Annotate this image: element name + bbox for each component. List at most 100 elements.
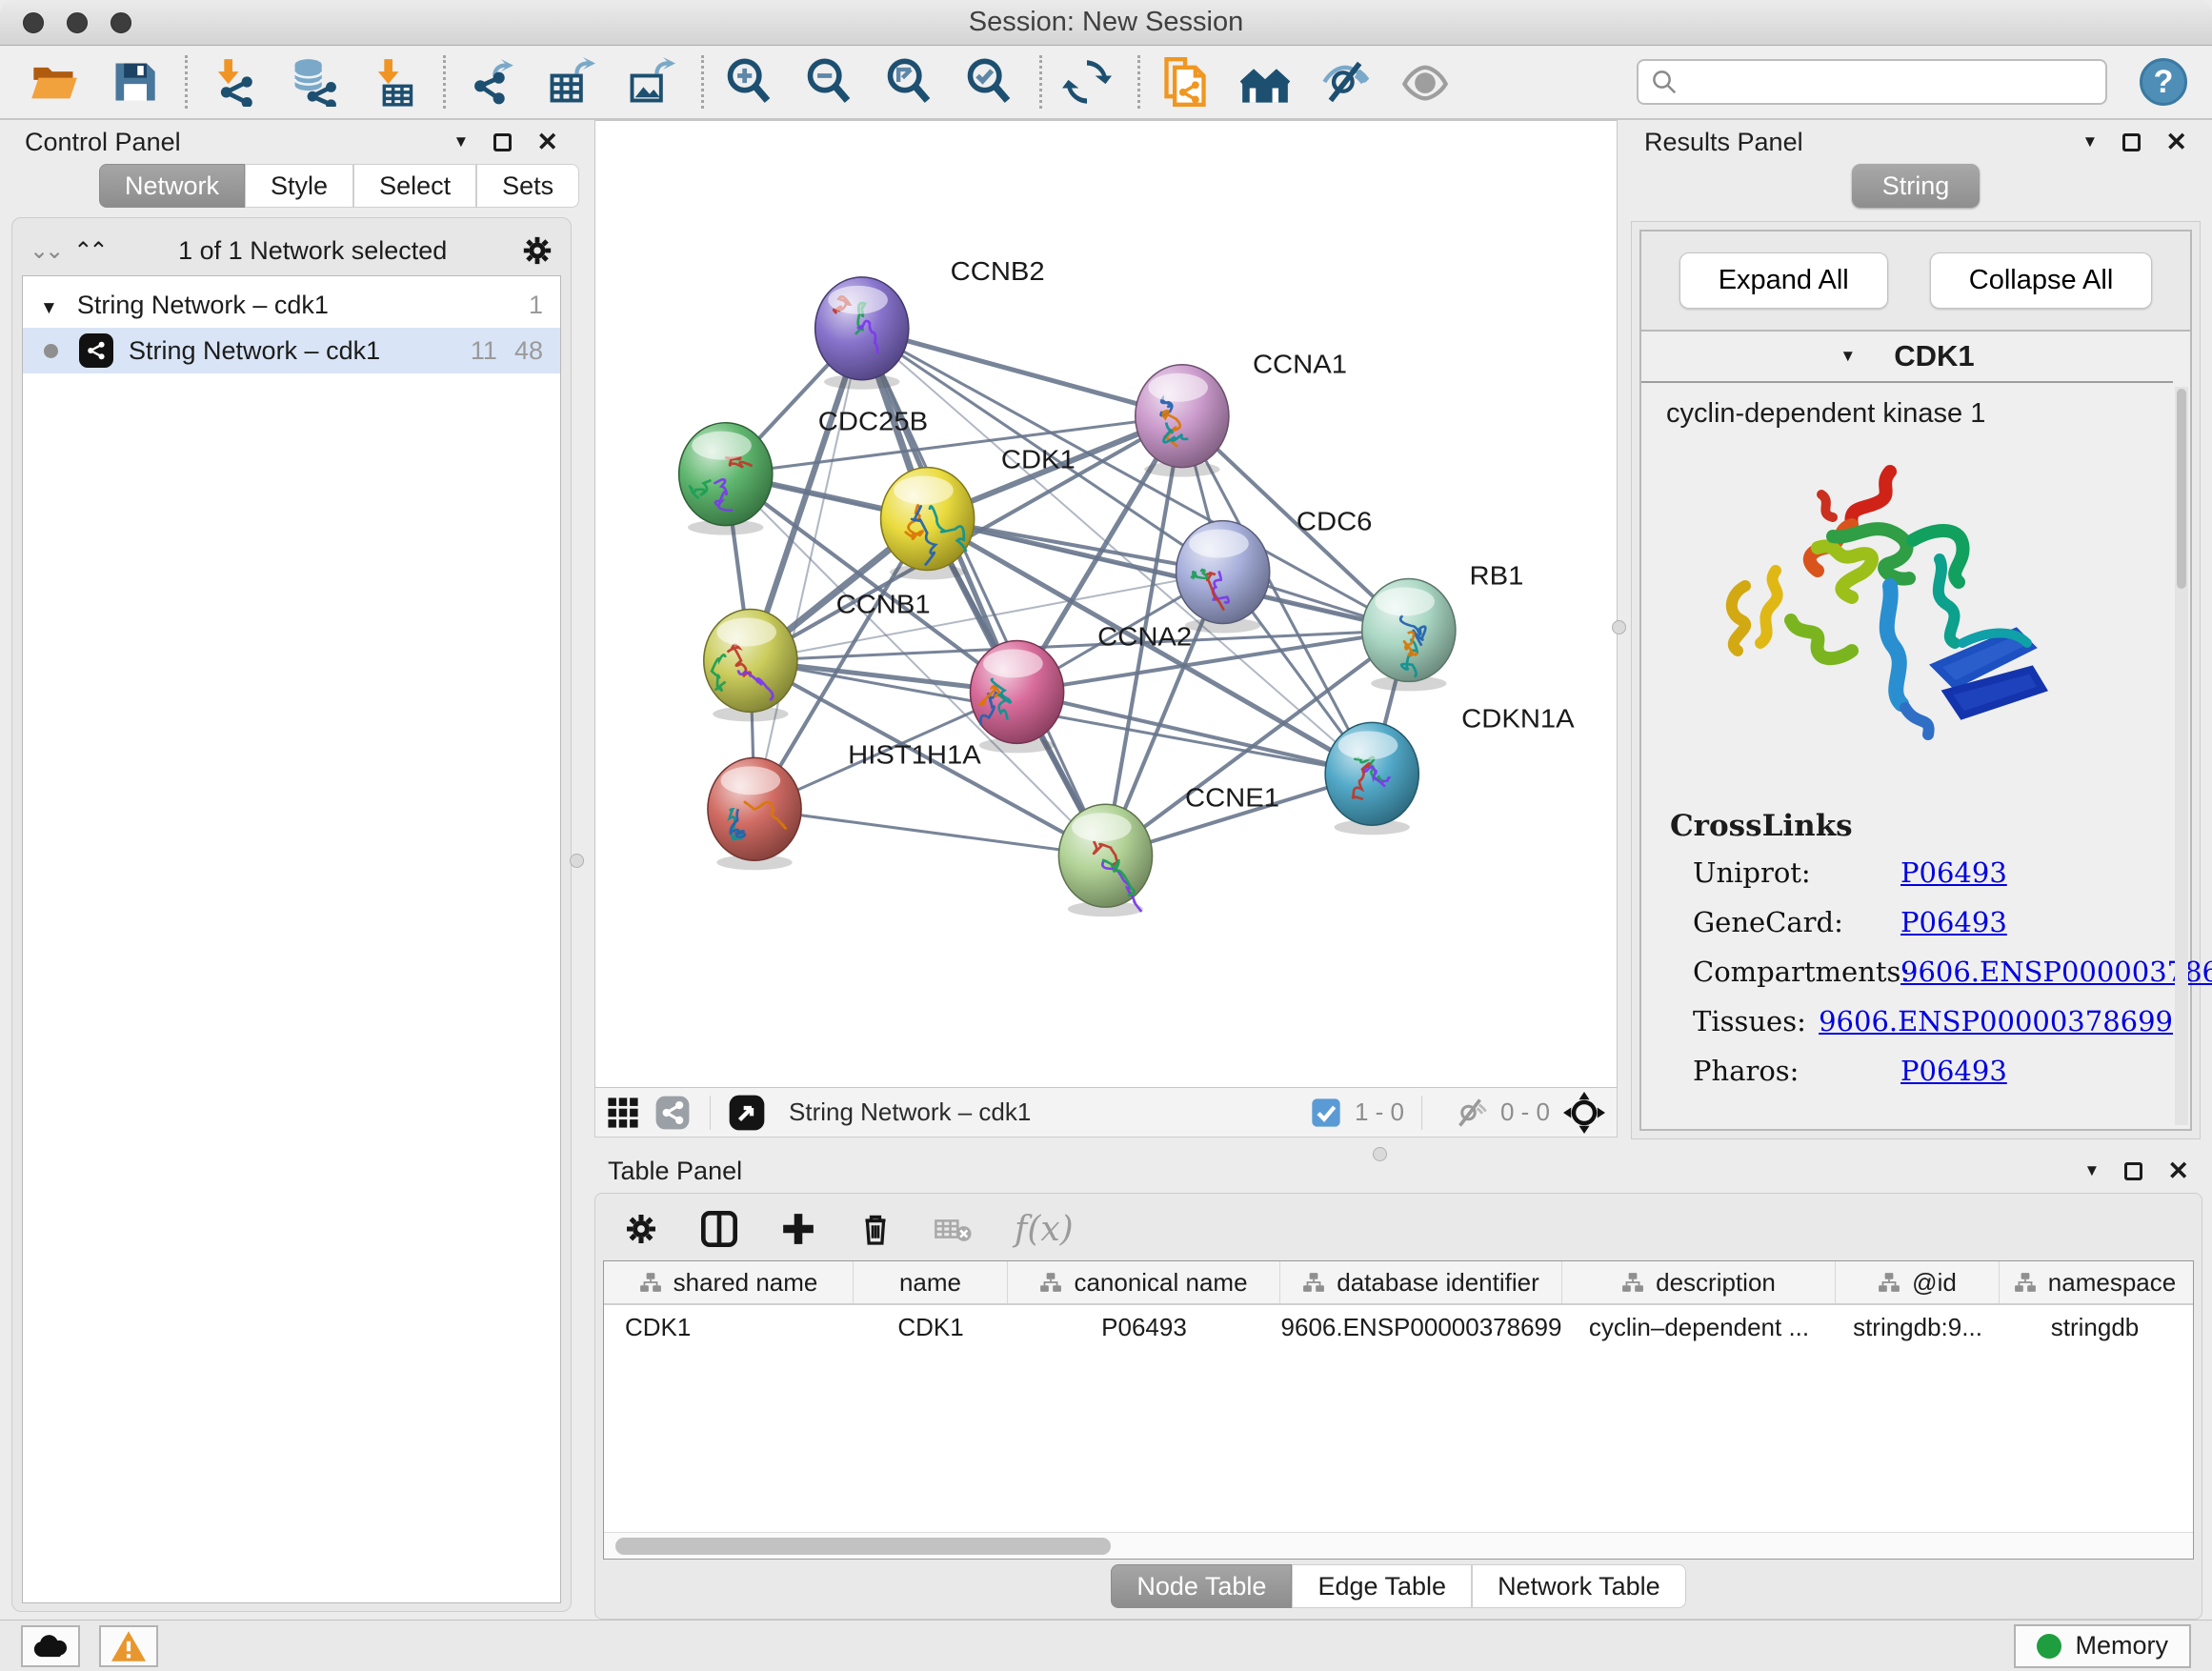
panel-dropdown-icon[interactable] <box>2082 132 2099 151</box>
cell-name[interactable]: CDK1 <box>854 1305 1008 1349</box>
panel-float-icon[interactable] <box>2122 133 2141 151</box>
expand-all-button[interactable]: Expand All <box>1679 252 1888 309</box>
column-header-description[interactable]: description <box>1562 1261 1836 1303</box>
memory-button[interactable]: Memory <box>2014 1624 2191 1668</box>
network-options-gear-icon[interactable] <box>521 234 553 267</box>
column-header-database-identifier[interactable]: database identifier <box>1280 1261 1562 1303</box>
selected-checkbox-icon[interactable] <box>1311 1097 1341 1128</box>
add-column-icon[interactable] <box>780 1211 816 1247</box>
search-input[interactable] <box>1686 68 2094 97</box>
share-view-icon[interactable] <box>654 1095 691 1131</box>
save-session-icon[interactable] <box>105 52 164 111</box>
tab-node-table[interactable]: Node Table <box>1111 1564 1292 1608</box>
panel-close-icon[interactable] <box>536 128 558 157</box>
network-node[interactable]: CCNA1 <box>1136 350 1347 476</box>
tab-sets[interactable]: Sets <box>476 164 579 208</box>
cloud-status-icon[interactable] <box>21 1625 80 1667</box>
column-tree-icon <box>1302 1272 1325 1293</box>
panel-close-icon[interactable] <box>2165 128 2187 157</box>
zoom-out-icon[interactable] <box>799 52 858 111</box>
column-header-canonical-name[interactable]: canonical name <box>1008 1261 1280 1303</box>
cell-namespace[interactable]: stringdb <box>2000 1305 2190 1349</box>
grid-view-icon[interactable] <box>607 1097 639 1129</box>
tab-select[interactable]: Select <box>353 164 476 208</box>
zoom-fit-icon[interactable] <box>879 52 938 111</box>
collection-caret-icon[interactable] <box>40 291 77 320</box>
warning-icon[interactable] <box>99 1625 158 1667</box>
export-network-icon[interactable] <box>461 52 520 111</box>
zoom-selected-icon[interactable] <box>959 52 1018 111</box>
table-row[interactable]: CDK1 CDK1 P06493 9606.ENSP00000378699 cy… <box>604 1305 2193 1349</box>
column-header-shared-name[interactable]: shared name <box>604 1261 854 1303</box>
cell-database-identifier[interactable]: 9606.ENSP00000378699 <box>1280 1305 1562 1349</box>
control-panel-title: Control Panel <box>25 128 181 157</box>
tab-network-table[interactable]: Network Table <box>1472 1564 1686 1608</box>
table-scrollbar-thumb[interactable] <box>615 1538 1111 1555</box>
gene-section-header[interactable]: CDK1 <box>1641 332 2173 383</box>
network-node[interactable]: RB1 <box>1362 561 1524 691</box>
column-header-id[interactable]: @id <box>1836 1261 2000 1303</box>
collapse-all-networks-icon[interactable]: ⌄⌄ <box>30 237 60 265</box>
panel-dropdown-icon[interactable] <box>2084 1161 2101 1180</box>
panel-dropdown-icon[interactable] <box>453 132 470 151</box>
crosslink-link[interactable]: P06493 <box>1900 1055 2007 1087</box>
network-canvas[interactable]: CCNB2CCNA1CDC25BCDK1CDC6RB1CCNB1CCNA2CDK… <box>594 120 1618 1088</box>
open-session-icon[interactable] <box>25 52 84 111</box>
column-header-name[interactable]: name <box>854 1261 1008 1303</box>
first-neighbors-icon[interactable] <box>1236 52 1295 111</box>
cell-canonical-name[interactable]: P06493 <box>1008 1305 1280 1349</box>
collapse-all-button[interactable]: Collapse All <box>1930 252 2153 309</box>
tab-style[interactable]: Style <box>245 164 353 208</box>
show-all-icon[interactable] <box>1396 52 1455 111</box>
zoom-in-icon[interactable] <box>719 52 778 111</box>
show-columns-icon[interactable] <box>700 1210 738 1248</box>
import-network-database-icon[interactable] <box>283 52 342 111</box>
expand-all-networks-icon[interactable]: ⌃⌃ <box>73 237 104 265</box>
move-crosshair-icon[interactable] <box>1563 1092 1605 1134</box>
cell-id[interactable]: stringdb:9... <box>1836 1305 2000 1349</box>
crosslink-link[interactable]: P06493 <box>1900 906 2007 938</box>
network-node[interactable]: CCNA2 <box>971 622 1193 753</box>
network-edge[interactable] <box>754 329 862 810</box>
cell-description[interactable]: cyclin–dependent ... <box>1562 1305 1836 1349</box>
maximize-window-button[interactable] <box>111 12 131 33</box>
right-splitter-handle[interactable] <box>1612 620 1626 634</box>
network-row[interactable]: String Network – cdk1 11 48 <box>23 328 560 373</box>
birds-eye-icon[interactable] <box>728 1094 766 1132</box>
network-node-label: RB1 <box>1470 561 1524 591</box>
left-splitter-handle[interactable] <box>570 854 584 868</box>
help-icon[interactable] <box>2140 58 2187 106</box>
network-edge[interactable] <box>862 329 1182 416</box>
network-node[interactable]: CDKN1A <box>1325 704 1575 835</box>
tab-string[interactable]: String <box>1852 164 1981 208</box>
delete-column-icon[interactable] <box>858 1212 893 1246</box>
minimize-window-button[interactable] <box>67 12 88 33</box>
crosslink-link[interactable]: 9606.ENSP00000378699 <box>1900 956 2212 988</box>
export-image-icon[interactable] <box>621 52 680 111</box>
import-table-icon[interactable] <box>363 52 422 111</box>
collection-label: String Network – cdk1 <box>77 291 512 320</box>
network-node[interactable]: HIST1H1A <box>708 740 982 870</box>
hide-selected-icon[interactable] <box>1316 52 1375 111</box>
tab-edge-table[interactable]: Edge Table <box>1292 1564 1472 1608</box>
panel-close-icon[interactable] <box>2167 1157 2189 1186</box>
refresh-icon[interactable] <box>1057 52 1116 111</box>
network-collection-row[interactable]: String Network – cdk1 1 <box>23 282 560 328</box>
panel-float-icon[interactable] <box>2124 1162 2142 1180</box>
import-network-file-icon[interactable] <box>203 52 262 111</box>
crosslink-link[interactable]: P06493 <box>1900 856 2007 889</box>
cell-shared-name[interactable]: CDK1 <box>604 1305 854 1349</box>
network-canvas-svg: CCNB2CCNA1CDC25BCDK1CDC6RB1CCNB1CCNA2CDK… <box>595 121 1617 1087</box>
column-header-namespace[interactable]: namespace <box>2000 1261 2190 1303</box>
network-edge[interactable] <box>754 809 1105 856</box>
horizontal-splitter-handle[interactable] <box>1373 1147 1387 1161</box>
network-node[interactable]: CCNE1 <box>1058 783 1279 916</box>
copy-network-icon[interactable] <box>1156 52 1215 111</box>
tab-network[interactable]: Network <box>99 164 245 208</box>
table-options-gear-icon[interactable] <box>624 1212 658 1246</box>
panel-float-icon[interactable] <box>493 133 512 151</box>
crosslink-link[interactable]: 9606.ENSP00000378699 <box>1819 1005 2173 1037</box>
export-table-icon[interactable] <box>541 52 600 111</box>
results-scrollbar-thumb[interactable] <box>2177 389 2186 589</box>
close-window-button[interactable] <box>23 12 44 33</box>
